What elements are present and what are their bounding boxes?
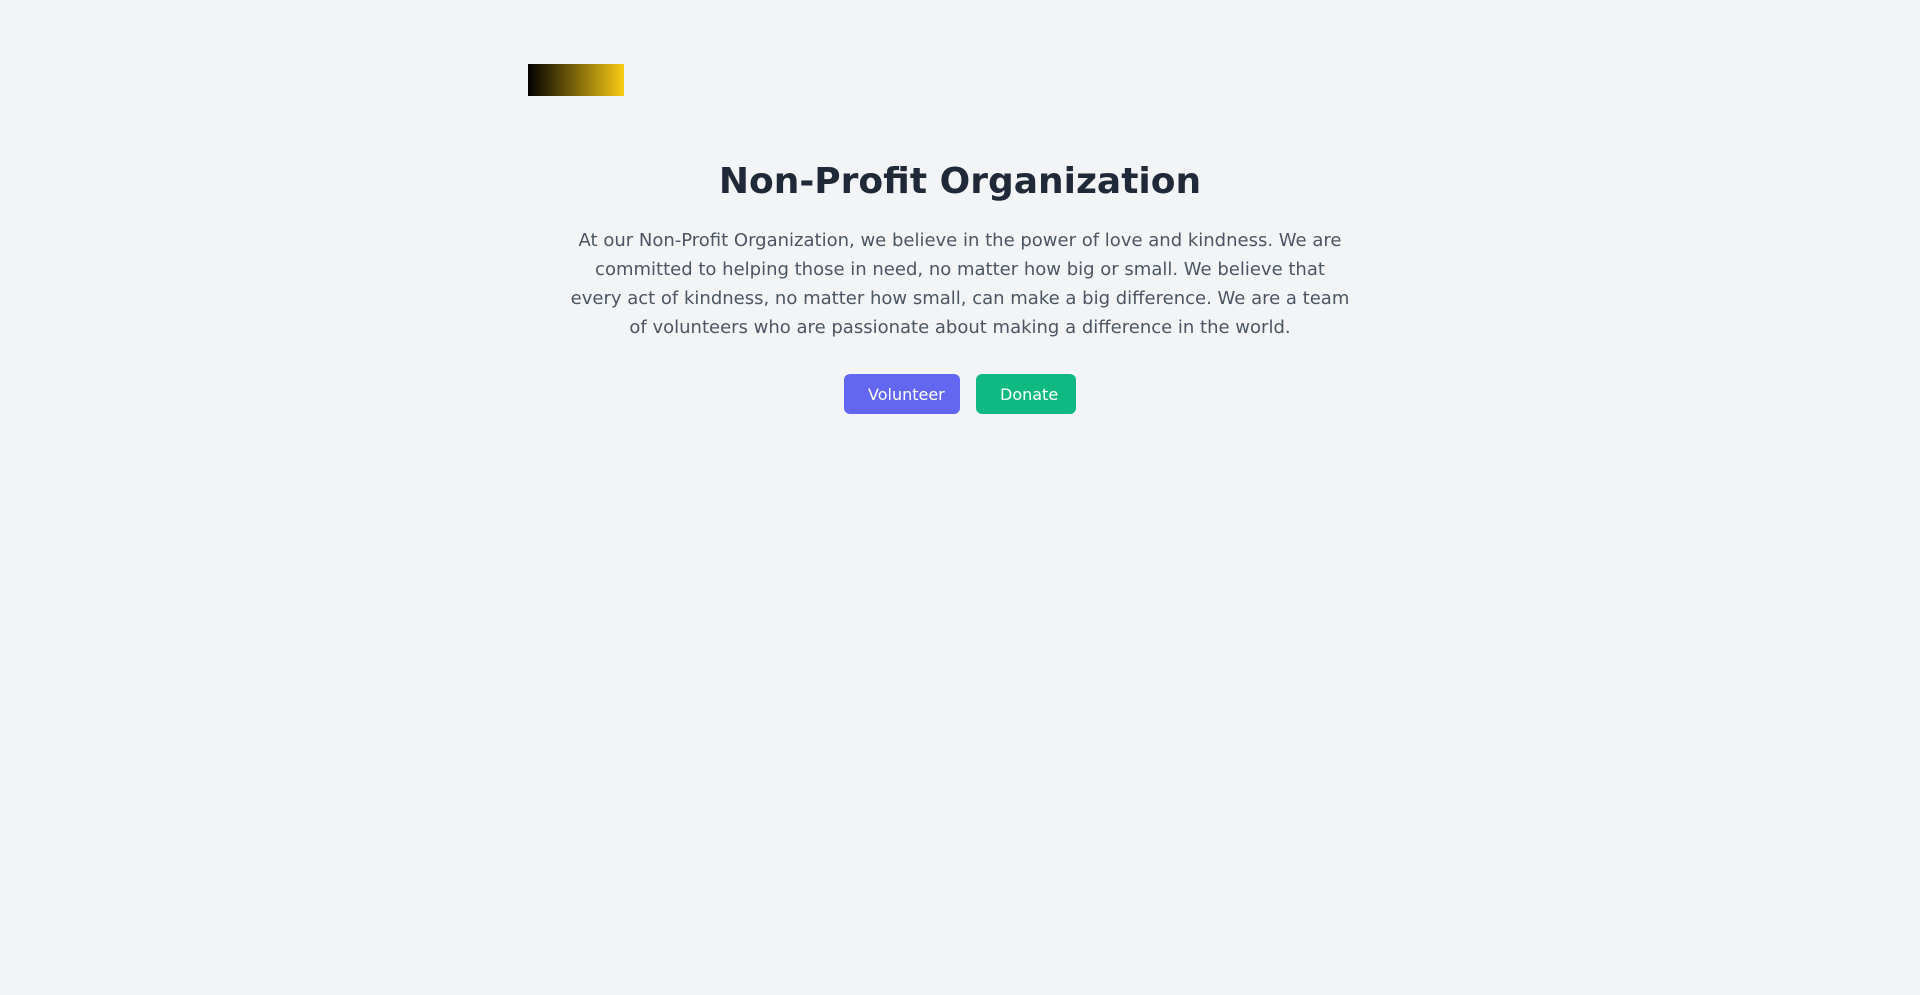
volunteer-button[interactable]: Volunteer xyxy=(844,374,960,414)
hero-section: Non-Profit Organization At our Non-Profi… xyxy=(560,156,1360,414)
action-buttons: Volunteer Donate xyxy=(560,374,1360,414)
hero-description: At our Non-Profit Organization, we belie… xyxy=(570,230,1350,338)
page-title: Non-Profit Organization xyxy=(718,161,1202,202)
logo-icon[interactable] xyxy=(528,64,624,96)
donate-button[interactable]: Donate xyxy=(976,374,1076,414)
page: Non-Profit Organization At our Non-Profi… xyxy=(0,0,1920,995)
